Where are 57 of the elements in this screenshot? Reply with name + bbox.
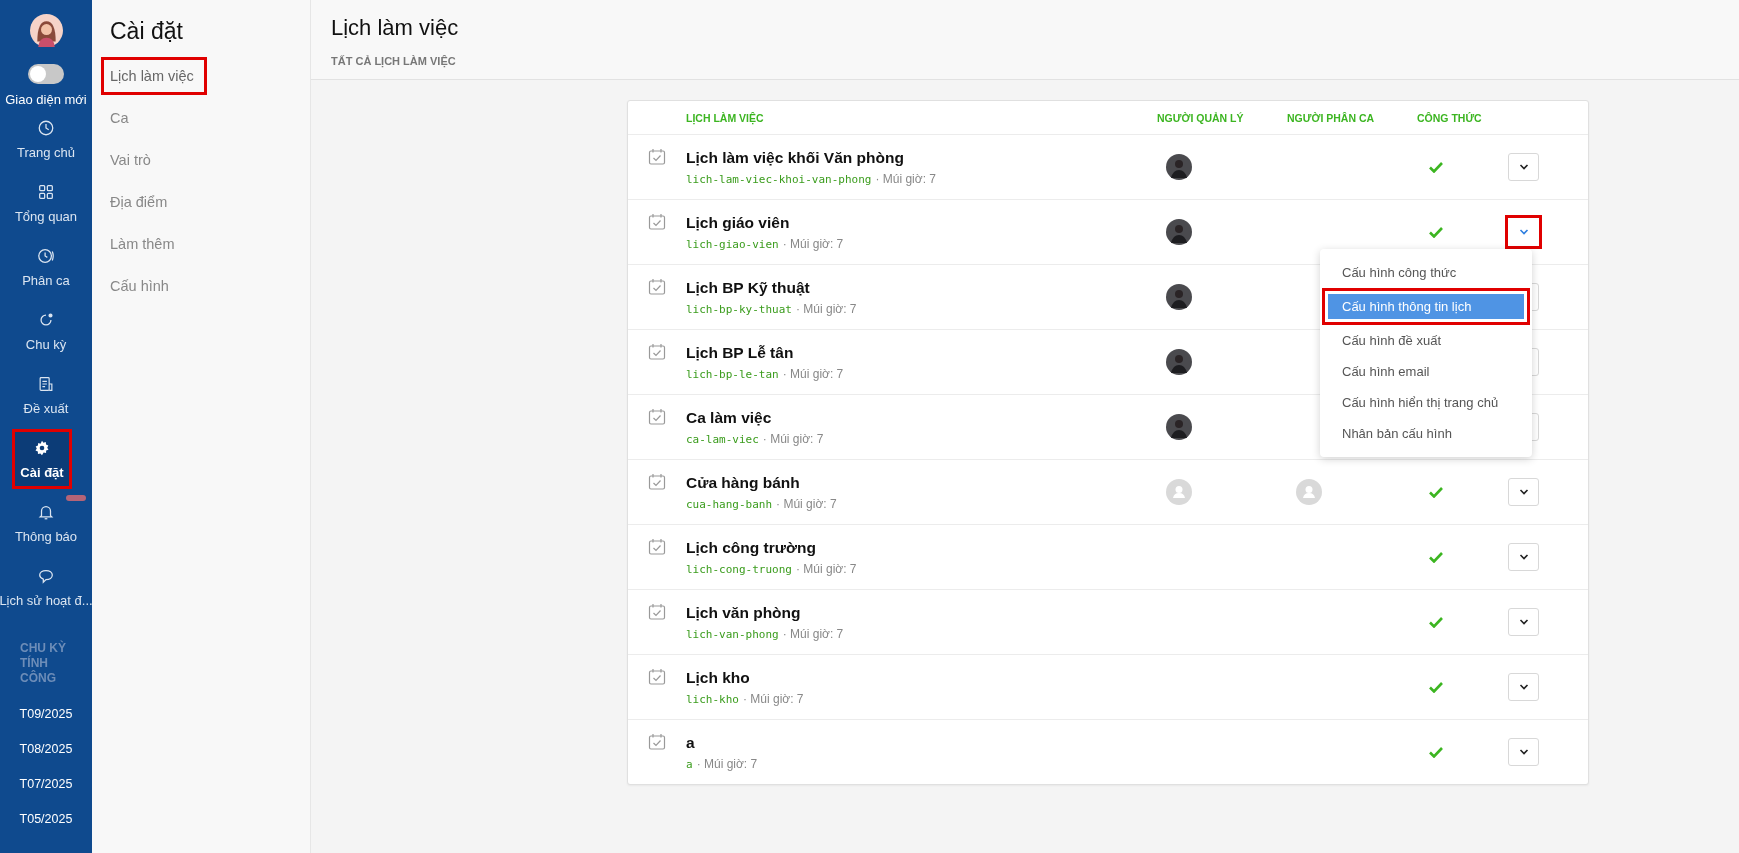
page-subtitle: TẤT CẢ LỊCH LÀM VIỆC xyxy=(331,55,457,67)
column-header: LỊCH LÀM VIỆC xyxy=(686,111,765,124)
schedule-name[interactable]: a xyxy=(686,733,1157,752)
column-header: CÔNG THỨC xyxy=(1417,111,1483,124)
nav-item[interactable]: Trang chủ xyxy=(0,107,92,171)
column-header: NGƯỜI QUẢN LÝ xyxy=(1157,111,1245,124)
toggle-label: Giao diện mới xyxy=(5,92,87,107)
page-title: Lịch làm việc xyxy=(331,15,460,41)
section-heading: CHU KỲ TÍNH CÔNG xyxy=(20,641,67,686)
schedule-slug: lich-giao-vien xyxy=(686,237,779,251)
schedule-name[interactable]: Lịch kho xyxy=(686,668,1157,687)
schedule-name[interactable]: Lịch BP Lễ tân xyxy=(686,343,1157,362)
column-header: NGƯỜI PHÂN CA xyxy=(1287,111,1376,124)
timezone-text: · Múi giờ: 7 xyxy=(875,171,936,186)
schedule-name[interactable]: Lịch giáo viên xyxy=(686,213,1157,232)
settings-item[interactable]: Lịch làm việc xyxy=(101,57,207,95)
schedule-slug: lich-bp-ky-thuat xyxy=(686,302,792,316)
menu-item[interactable]: Cấu hình đề xuất xyxy=(1322,325,1530,356)
timezone-text: · Múi giờ: 7 xyxy=(743,691,804,706)
schedule-name[interactable]: Lịch BP Kỹ thuật xyxy=(686,278,1157,297)
nav-item[interactable]: Chu kỳ xyxy=(0,299,92,363)
timezone-text: · Múi giờ: 7 xyxy=(696,756,758,771)
timezone-text: · Múi giờ: 7 xyxy=(795,561,857,576)
schedule-name[interactable]: Lịch làm việc khối Văn phòng xyxy=(686,148,1157,167)
timezone-text: · Múi giờ: 7 xyxy=(776,496,837,511)
schedule-slug: cua-hang-banh xyxy=(686,497,773,511)
schedule-name[interactable]: Ca làm việc xyxy=(686,408,1157,427)
schedule-name[interactable]: Lịch văn phòng xyxy=(686,603,1157,622)
schedule-slug: lich-van-phong xyxy=(686,627,779,641)
timezone-text: · Múi giờ: 7 xyxy=(762,431,824,446)
schedule-name[interactable]: Cửa hàng bánh xyxy=(686,473,1157,492)
schedule-slug: lich-bp-le-tan xyxy=(686,367,779,381)
nav-item[interactable]: Phân ca xyxy=(0,235,92,299)
menu-item[interactable]: Cấu hình email xyxy=(1322,356,1530,387)
schedule-slug: lich-kho xyxy=(686,692,739,706)
panel-title: Cài đặt xyxy=(110,18,183,45)
schedule-slug: lich-cong-truong xyxy=(686,562,792,576)
nav-item[interactable]: Tổng quan xyxy=(0,171,92,235)
nav-item[interactable]: Thông báo xyxy=(0,491,92,555)
schedule-slug: a xyxy=(686,757,693,771)
timezone-text: · Múi giờ: 7 xyxy=(795,301,857,316)
timezone-text: · Múi giờ: 7 xyxy=(782,366,844,381)
timezone-text: · Múi giờ: 7 xyxy=(782,626,844,641)
nav-item[interactable]: Đề xuất xyxy=(0,363,92,427)
menu-item[interactable]: Cấu hình công thức xyxy=(1322,257,1530,288)
period-link[interactable]: T09/2025 xyxy=(19,707,73,721)
period-link[interactable]: T08/2025 xyxy=(19,742,73,756)
period-link[interactable]: T05/2025 xyxy=(19,812,73,826)
nav-item[interactable]: Cài đặt xyxy=(12,429,72,489)
schedule-slug: ca-lam-viec xyxy=(686,432,759,446)
timezone-text: · Múi giờ: 7 xyxy=(782,236,844,251)
menu-item[interactable]: Nhân bản cấu hình xyxy=(1322,418,1530,449)
menu-item[interactable]: Cấu hình hiển thị trang chủ xyxy=(1322,387,1530,418)
schedule-slug: lich-lam-viec-khoi-van-phong xyxy=(686,172,872,186)
period-link[interactable]: T07/2025 xyxy=(19,777,73,791)
nav-item[interactable]: Lịch sử hoạt đ... xyxy=(0,555,92,619)
schedule-name[interactable]: Lịch công trường xyxy=(686,538,1157,557)
